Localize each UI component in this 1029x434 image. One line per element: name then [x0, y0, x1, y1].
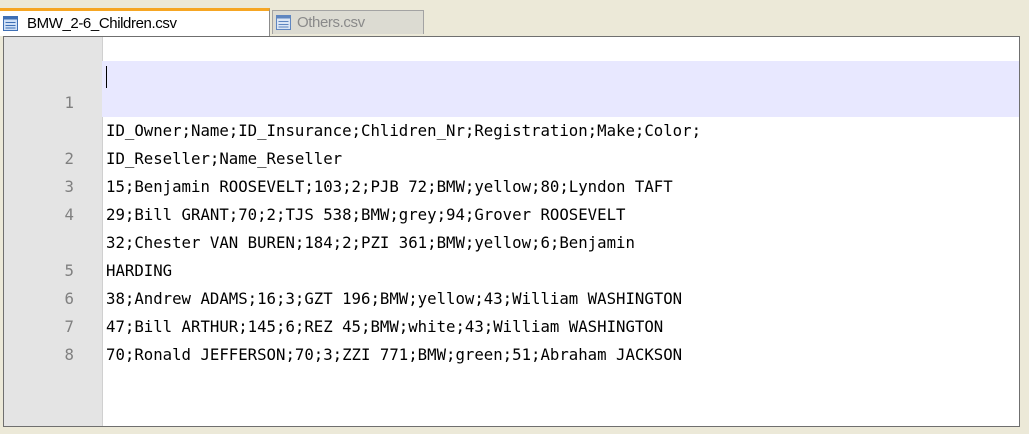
document-list-icon: [3, 16, 18, 31]
editor-line: 4 32;Chester VAN BUREN;184;2;PZI 361;BMW…: [4, 173, 1019, 252]
line-text[interactable]: 70;Ronald JEFFERSON;70;3;ZZI 771;BMW;gre…: [106, 341, 682, 369]
editor-line: 2 15;Benjamin ROOSEVELT;103;2;PJB 72;BMW…: [4, 117, 1019, 196]
editor-line: 7 70;Ronald JEFFERSON;70;3;ZZI 771;BMW;g…: [4, 285, 1019, 364]
text-cursor: [106, 66, 107, 88]
tab-others-csv[interactable]: Others.csv: [272, 10, 424, 34]
editor-line: 5 38;Andrew ADAMS;16;3;GZT 196;BMW;yello…: [4, 229, 1019, 308]
editor-line: 1 ID_Owner;Name;ID_Insurance;Chlidren_Nr…: [4, 61, 1019, 140]
editor-line: 6 47;Bill ARTHUR;145;6;REZ 45;BMW;white;…: [4, 257, 1019, 336]
editor-line: 8: [4, 313, 1019, 364]
text-editor[interactable]: 1 ID_Owner;Name;ID_Insurance;Chlidren_Nr…: [3, 36, 1020, 427]
editor-line: 3 29;Bill GRANT;70;2;TJS 538;BMW;grey;94…: [4, 145, 1019, 224]
line-number: 8: [64, 345, 74, 364]
editor-line: HARDING: [4, 201, 1019, 280]
tab-bar: BMW_2-6_Children.csv Others.csv: [0, 0, 1029, 36]
editor-line: ID_Reseller;Name_Reseller: [4, 89, 1019, 168]
document-list-icon: [276, 15, 291, 30]
tab-bmw-children-csv[interactable]: BMW_2-6_Children.csv: [0, 8, 270, 36]
tab-label: BMW_2-6_Children.csv: [27, 15, 177, 32]
tab-label: Others.csv: [297, 14, 365, 31]
